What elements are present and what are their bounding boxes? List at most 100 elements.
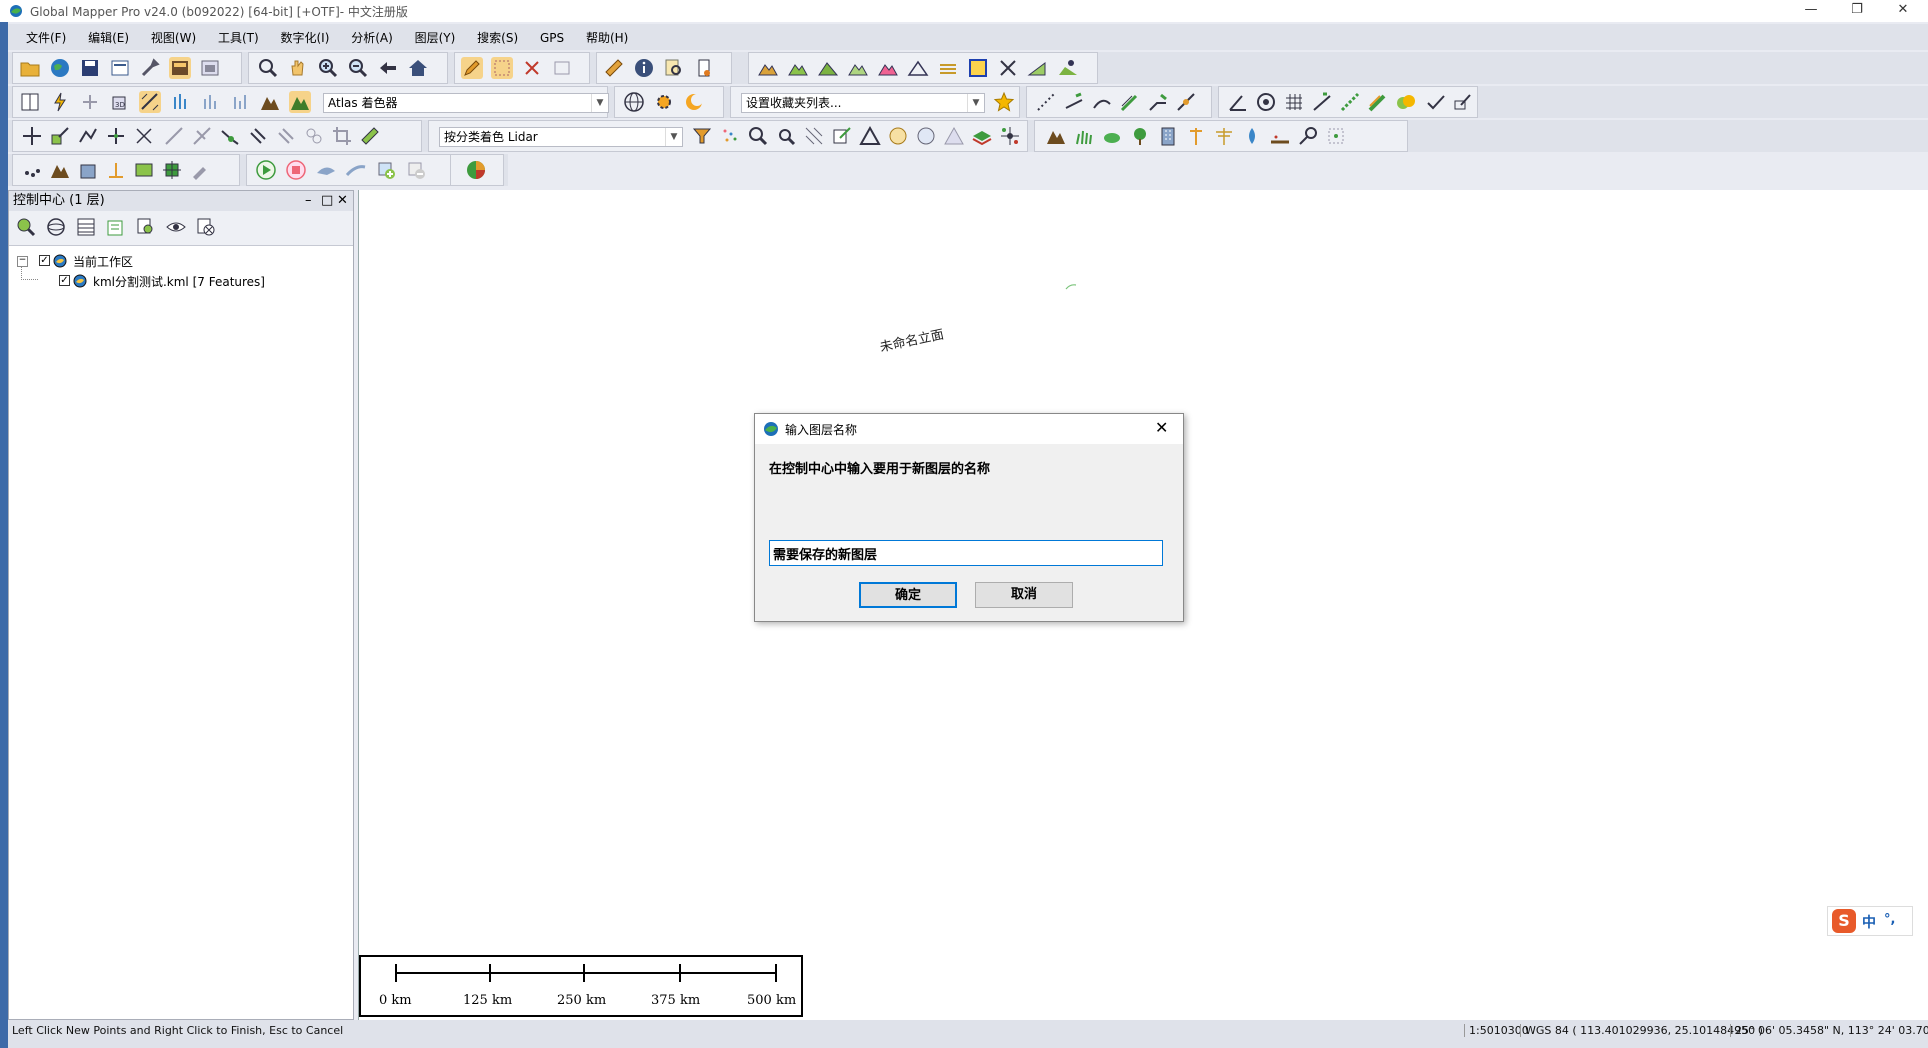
line-split-icon[interactable] xyxy=(1175,91,1197,113)
zoom-out-icon[interactable] xyxy=(347,57,369,79)
remove-vertex-icon[interactable] xyxy=(133,125,155,147)
menu-gps[interactable]: GPS xyxy=(540,31,564,45)
reshape-icon[interactable] xyxy=(77,125,99,147)
raster-calc-icon[interactable] xyxy=(967,57,989,79)
workspace-label[interactable]: 当前工作区 xyxy=(73,253,133,270)
3d-points-icon[interactable] xyxy=(21,159,43,181)
mountain-shader-icon[interactable] xyxy=(259,91,281,113)
circle-select-icon[interactable] xyxy=(303,125,325,147)
snap-icon[interactable] xyxy=(219,125,241,147)
3d-terrain-icon[interactable] xyxy=(49,159,71,181)
edit-vertex-icon[interactable] xyxy=(1451,91,1473,113)
ruler-icon[interactable] xyxy=(603,57,625,79)
save-icon[interactable] xyxy=(79,57,101,79)
pyramid-icon[interactable] xyxy=(943,125,965,147)
menu-tools[interactable]: 工具(T) xyxy=(218,29,259,46)
menu-view[interactable]: 视图(W) xyxy=(151,29,196,46)
map-layout-icon[interactable] xyxy=(465,159,487,181)
cut-fill-icon[interactable] xyxy=(877,57,899,79)
tree-collapse-icon[interactable]: − xyxy=(17,256,28,267)
move-vertex-icon[interactable] xyxy=(105,125,127,147)
menu-edit[interactable]: 编辑(E) xyxy=(88,29,129,46)
3d-pin-icon[interactable] xyxy=(105,159,127,181)
lidar-color-select[interactable]: 按分类着色 Lidar ▼ xyxy=(439,127,683,147)
ime-mode[interactable]: 中 xyxy=(1862,912,1876,932)
line-dots-icon[interactable] xyxy=(1035,91,1057,113)
water-level-icon[interactable] xyxy=(169,91,191,113)
gps-device-icon[interactable] xyxy=(693,57,715,79)
moon-icon[interactable] xyxy=(683,91,705,113)
ime-toolbar[interactable]: S 中 °, xyxy=(1827,906,1913,936)
map-feature-stroke[interactable] xyxy=(1065,280,1077,290)
add-data-icon[interactable] xyxy=(15,216,37,238)
layout-icon[interactable] xyxy=(19,91,41,113)
point-cloud-icon[interactable] xyxy=(887,125,909,147)
menu-digitize[interactable]: 数字化(I) xyxy=(280,29,329,46)
grid-icon[interactable] xyxy=(1283,91,1305,113)
parallel-icon[interactable] xyxy=(275,125,297,147)
zoom-box-icon[interactable] xyxy=(257,57,279,79)
add-layer-icon[interactable] xyxy=(375,159,397,181)
layer-info-icon[interactable] xyxy=(105,216,127,238)
back-arrow-icon[interactable] xyxy=(377,57,399,79)
panel-minimize-button[interactable]: – xyxy=(305,191,312,211)
panel-maximize-button[interactable]: □ xyxy=(321,191,333,211)
measure-line-icon[interactable] xyxy=(359,125,381,147)
terrain-profile-icon[interactable] xyxy=(787,57,809,79)
grid-select-icon[interactable] xyxy=(551,57,573,79)
search-feature-icon[interactable] xyxy=(663,57,685,79)
close-window-button[interactable]: ✕ xyxy=(1880,0,1926,22)
cross-line-icon[interactable] xyxy=(191,125,213,147)
layer-checkbox[interactable]: ✓ xyxy=(59,275,70,286)
play-icon[interactable] xyxy=(255,159,277,181)
check-line-icon[interactable] xyxy=(1425,91,1447,113)
elevation-icon[interactable] xyxy=(199,91,221,113)
shader-select[interactable]: Atlas 着色器 ▼ xyxy=(323,93,609,113)
menu-analysis[interactable]: 分析(A) xyxy=(351,29,393,46)
menu-file[interactable]: 文件(F) xyxy=(26,29,66,46)
ground-icon[interactable] xyxy=(1269,125,1291,147)
restore-button[interactable]: ❐ xyxy=(1834,0,1880,22)
line-tool-icon[interactable] xyxy=(163,125,185,147)
digitizer-pencil-icon[interactable] xyxy=(461,57,483,79)
bush-icon[interactable] xyxy=(1101,125,1123,147)
menu-help[interactable]: 帮助(H) xyxy=(586,29,628,46)
watershed-icon[interactable] xyxy=(937,57,959,79)
3d-building-icon[interactable] xyxy=(77,159,99,181)
lidar-edit-icon[interactable] xyxy=(831,125,853,147)
fly-icon[interactable] xyxy=(315,159,337,181)
visibility-eye-icon[interactable] xyxy=(165,216,187,238)
stop-icon[interactable] xyxy=(285,159,307,181)
3d-surface-icon[interactable] xyxy=(133,159,155,181)
zoom-in-icon[interactable] xyxy=(317,57,339,79)
power-line-icon[interactable] xyxy=(1213,125,1235,147)
chevron-down-icon[interactable]: ▼ xyxy=(591,94,608,112)
select-rect-icon[interactable] xyxy=(491,57,513,79)
projection-globe-icon[interactable] xyxy=(45,216,67,238)
globe-icon[interactable] xyxy=(49,57,71,79)
triangle-icon[interactable] xyxy=(859,125,881,147)
dialog-close-button[interactable]: ✕ xyxy=(1155,418,1168,437)
chevron-down-icon[interactable]: ▼ xyxy=(967,94,984,112)
crop-icon[interactable] xyxy=(331,125,353,147)
area-pin-icon[interactable] xyxy=(1311,91,1333,113)
print-icon[interactable] xyxy=(109,57,131,79)
move-icon[interactable] xyxy=(21,125,43,147)
filter-icon[interactable] xyxy=(691,125,713,147)
layer-label[interactable]: kml分割测试.kml [7 Features] xyxy=(93,273,265,290)
open-folder-icon[interactable] xyxy=(19,57,41,79)
line-smooth-icon[interactable] xyxy=(1091,91,1113,113)
chevron-down-icon[interactable]: ▼ xyxy=(665,128,682,146)
area-dash-icon[interactable] xyxy=(1339,91,1361,113)
lidar-points-icon[interactable] xyxy=(719,125,741,147)
layer-stack-icon[interactable] xyxy=(971,125,993,147)
attribute-table-icon[interactable] xyxy=(75,216,97,238)
key-icon[interactable] xyxy=(1297,125,1319,147)
wrench-icon[interactable] xyxy=(139,57,161,79)
shaded-relief-icon[interactable] xyxy=(139,91,161,113)
zoom-to-layer-icon[interactable] xyxy=(135,216,157,238)
3d-view-icon[interactable]: 3D xyxy=(109,91,131,113)
line-join-icon[interactable] xyxy=(1147,91,1169,113)
grass-icon[interactable] xyxy=(1073,125,1095,147)
ok-button[interactable]: 确定 xyxy=(859,582,957,608)
